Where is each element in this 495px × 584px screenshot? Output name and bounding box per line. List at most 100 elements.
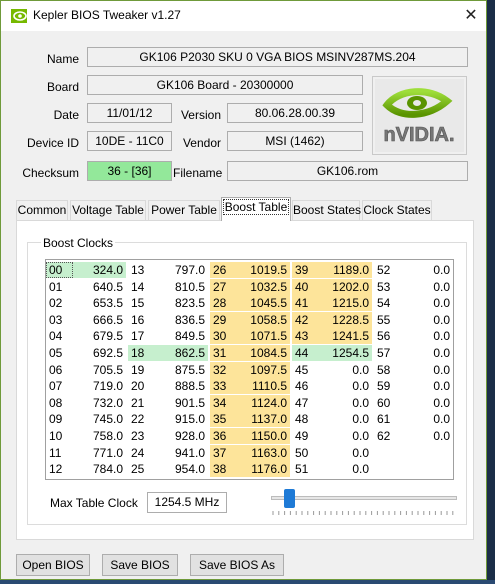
- boost-clock-value-cell[interactable]: 954.0: [155, 461, 208, 477]
- boost-clock-value-cell[interactable]: 1097.5: [237, 361, 290, 378]
- title-bar[interactable]: Kepler BIOS Tweaker v1.27 ✕: [1, 1, 486, 31]
- window-title: Kepler BIOS Tweaker v1.27: [33, 8, 181, 22]
- boost-clock-value-cell[interactable]: 653.5: [73, 295, 126, 311]
- boost-clock-value-cell[interactable]: 692.5: [73, 345, 126, 361]
- boost-clock-value-cell[interactable]: 797.0: [155, 262, 208, 278]
- boost-clock-value-cell[interactable]: 0.0: [401, 362, 453, 378]
- boost-clock-value-cell[interactable]: 732.0: [73, 395, 126, 411]
- boost-clock-value-cell[interactable]: 849.5: [155, 328, 208, 344]
- boost-clock-value-cell[interactable]: 640.5: [73, 279, 126, 295]
- save-bios-button[interactable]: Save BIOS: [102, 554, 178, 576]
- filename-label: Filename: [173, 166, 223, 180]
- boost-clock-value-cell[interactable]: 901.5: [155, 395, 208, 411]
- tab-boost-table[interactable]: Boost Table: [221, 197, 291, 221]
- boost-index-cell: 16: [131, 312, 145, 327]
- boost-clock-value-cell[interactable]: 0.0: [401, 328, 453, 344]
- boost-clock-value-cell[interactable]: 1176.0: [237, 461, 290, 478]
- boost-clock-value-cell[interactable]: [401, 461, 453, 477]
- boost-clock-value-cell[interactable]: 0.0: [401, 428, 453, 444]
- boost-clock-value-cell[interactable]: [401, 445, 453, 461]
- boost-clock-value-cell[interactable]: 0.0: [319, 445, 372, 461]
- boost-clocks-grid[interactable]: 00 324.0 01 640.5 02 653.5 03 666.5 04 679.5 05 692…: [45, 259, 454, 480]
- boost-clock-value-cell[interactable]: 1032.5: [237, 278, 290, 295]
- tab-label: Boost Table: [222, 199, 290, 215]
- boost-clock-value-cell[interactable]: 1045.5: [237, 295, 290, 312]
- boost-clock-value-cell[interactable]: 1058.5: [237, 311, 290, 328]
- boost-index-cell: 49: [295, 429, 309, 443]
- boost-clock-value-cell[interactable]: 1228.5: [319, 311, 372, 328]
- boost-clock-value-cell[interactable]: 1084.5: [237, 345, 290, 361]
- boost-clock-value-cell[interactable]: 0.0: [401, 345, 453, 361]
- max-clock-slider-thumb[interactable]: [283, 489, 295, 508]
- boost-clock-value-cell[interactable]: 941.0: [155, 445, 208, 461]
- boost-clock-value-cell[interactable]: 1150.0: [237, 428, 290, 444]
- boost-index-cell: 22: [131, 412, 145, 427]
- boost-clock-value-cell[interactable]: 719.0: [73, 378, 126, 394]
- boost-clock-value-cell[interactable]: 1019.5: [237, 262, 290, 278]
- boost-clock-value-cell[interactable]: 0.0: [319, 461, 372, 477]
- boost-clock-value-cell[interactable]: 823.5: [155, 295, 208, 311]
- boost-clock-value-cell[interactable]: 862.5: [155, 345, 208, 361]
- tab-power-table[interactable]: Power Table: [148, 200, 220, 220]
- boost-clock-value-cell[interactable]: 888.5: [155, 378, 208, 394]
- boost-index-cell: [374, 445, 401, 461]
- boost-index-cell: 26: [210, 262, 237, 278]
- boost-clock-value-cell[interactable]: 836.5: [155, 312, 208, 328]
- max-clock-slider-track[interactable]: [271, 496, 457, 500]
- boost-index-cell: 34: [210, 394, 237, 411]
- tab-voltage-table[interactable]: Voltage Table: [70, 200, 146, 220]
- boost-clock-value-cell[interactable]: 0.0: [401, 378, 453, 394]
- tab-boost-states[interactable]: Boost States: [292, 200, 361, 220]
- tab-clock-states[interactable]: Clock States: [362, 200, 432, 220]
- boost-index-cell: 40: [292, 278, 319, 295]
- boost-index-cell: 44: [292, 345, 319, 361]
- boost-clock-value-cell[interactable]: 1110.5: [237, 378, 290, 395]
- boost-clock-value-cell[interactable]: 745.0: [73, 411, 126, 427]
- boost-clock-value-cell[interactable]: 1202.0: [319, 278, 372, 295]
- boost-clock-value-cell[interactable]: 324.0: [73, 262, 126, 278]
- boost-clock-value-cell[interactable]: 0.0: [319, 395, 372, 411]
- boost-clock-value-cell[interactable]: 1163.0: [237, 444, 290, 461]
- boost-clock-value-cell[interactable]: 771.0: [73, 445, 126, 461]
- boost-clock-value-cell[interactable]: 1241.5: [319, 328, 372, 345]
- tab-common[interactable]: Common: [16, 200, 68, 220]
- boost-clocks-label: Boost Clocks: [41, 236, 116, 250]
- boost-clock-value-cell[interactable]: 666.5: [73, 312, 126, 328]
- boost-clock-value-cell[interactable]: 1071.5: [237, 328, 290, 345]
- boost-index-cell: 03: [49, 312, 63, 327]
- boost-clock-value-cell[interactable]: 679.5: [73, 328, 126, 344]
- boost-clock-value-cell[interactable]: 0.0: [401, 295, 453, 311]
- boost-clock-value-cell[interactable]: 784.0: [73, 461, 126, 477]
- boost-index-cell: 11: [49, 445, 62, 460]
- boost-clock-value-cell[interactable]: 1137.0: [237, 411, 290, 428]
- boost-clock-value-cell[interactable]: 915.0: [155, 411, 208, 427]
- boost-clock-value-cell[interactable]: 0.0: [401, 411, 453, 427]
- boost-clock-value-cell[interactable]: 1215.0: [319, 295, 372, 312]
- boost-clock-value-cell[interactable]: 0.0: [401, 312, 453, 328]
- nvidia-eye-logo-icon: nVIDIA.: [375, 79, 464, 152]
- boost-clock-value-cell[interactable]: 0.0: [401, 262, 453, 278]
- max-table-clock-field: 1254.5 MHz: [147, 492, 227, 513]
- boost-index-cell: 61: [377, 412, 391, 427]
- boost-clock-value-cell[interactable]: 0.0: [401, 279, 453, 295]
- boost-clock-value-cell[interactable]: 1124.0: [237, 394, 290, 411]
- boost-clock-value-cell[interactable]: 0.0: [319, 378, 372, 394]
- open-bios-button[interactable]: Open BIOS: [16, 554, 90, 576]
- boost-clock-value-cell[interactable]: 705.5: [73, 362, 126, 378]
- boost-clock-value-cell[interactable]: 810.5: [155, 279, 208, 295]
- boost-clock-value-cell[interactable]: 0.0: [319, 362, 372, 378]
- save-bios-as-button[interactable]: Save BIOS As: [190, 554, 284, 576]
- boost-clock-value-cell[interactable]: 1189.0: [319, 262, 372, 278]
- boost-clock-value-cell[interactable]: 758.0: [73, 428, 126, 444]
- boost-index-cell: 27: [210, 278, 237, 295]
- boost-clock-value-cell[interactable]: 928.0: [155, 428, 208, 444]
- boost-clock-value-cell[interactable]: 0.0: [401, 395, 453, 411]
- boost-clock-value-cell[interactable]: 1254.5: [319, 345, 372, 361]
- boost-clock-value-cell[interactable]: 0.0: [319, 428, 372, 444]
- slider-ticks: [272, 511, 454, 515]
- checksum-label: Checksum: [22, 166, 79, 180]
- boost-clock-value-cell[interactable]: 0.0: [319, 411, 372, 427]
- close-button[interactable]: ✕: [456, 1, 486, 31]
- boost-index-cell: 55: [377, 312, 391, 327]
- boost-clock-value-cell[interactable]: 875.5: [155, 362, 208, 378]
